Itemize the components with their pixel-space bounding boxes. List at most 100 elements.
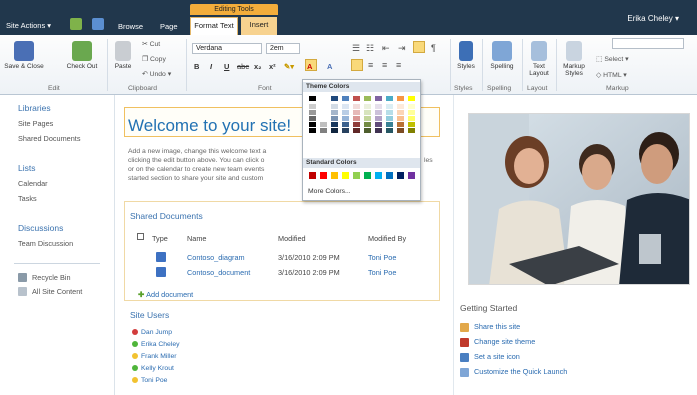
nav-lists[interactable]: Lists	[18, 163, 35, 173]
col-modified-by[interactable]: Modified By	[368, 234, 406, 243]
align-left-button[interactable]	[351, 59, 363, 71]
color-swatch[interactable]	[342, 110, 349, 115]
document-name[interactable]: Contoso_document	[187, 268, 250, 277]
justify-icon[interactable]: ≡	[396, 60, 401, 70]
color-swatch[interactable]	[386, 122, 393, 127]
site-actions-menu[interactable]: Site Actions ▾	[6, 21, 51, 30]
color-swatch[interactable]	[309, 116, 316, 121]
standard-color-swatch[interactable]	[331, 172, 338, 179]
standard-color-swatch[interactable]	[375, 172, 382, 179]
color-swatch[interactable]	[375, 116, 382, 121]
color-swatch[interactable]	[397, 104, 404, 109]
color-swatch[interactable]	[342, 96, 349, 101]
color-swatch[interactable]	[309, 128, 316, 133]
nav-site-pages[interactable]: Site Pages	[18, 119, 53, 128]
user-item[interactable]: Dan Jump	[132, 329, 172, 336]
nav-team-discussion[interactable]: Team Discussion	[18, 239, 73, 248]
nav-recycle-bin[interactable]: Recycle Bin	[32, 273, 71, 282]
document-modified-by[interactable]: Toni Poe	[368, 253, 396, 262]
tab-insert[interactable]: Insert	[241, 17, 277, 35]
bold-button[interactable]: B	[194, 62, 199, 71]
spelling-button[interactable]: Spelling	[485, 41, 519, 70]
color-swatch[interactable]	[353, 104, 360, 109]
color-swatch[interactable]	[375, 96, 382, 101]
color-swatch[interactable]	[408, 116, 415, 121]
color-swatch[interactable]	[342, 122, 349, 127]
color-swatch[interactable]	[309, 122, 316, 127]
color-swatch[interactable]	[408, 122, 415, 127]
superscript-button[interactable]: x²	[269, 62, 276, 71]
color-swatch[interactable]	[408, 110, 415, 115]
color-swatch[interactable]	[320, 104, 327, 109]
color-swatch[interactable]	[364, 116, 371, 121]
color-swatch[interactable]	[386, 116, 393, 121]
color-swatch[interactable]	[320, 96, 327, 101]
color-swatch[interactable]	[342, 128, 349, 133]
rtl-icon[interactable]: ¶	[431, 43, 436, 53]
standard-color-swatch[interactable]	[408, 172, 415, 179]
copy-button[interactable]: ❐ Copy	[142, 55, 166, 63]
customize-quick-launch-link[interactable]: Customize the Quick Launch	[460, 367, 567, 377]
col-name[interactable]: Name	[187, 234, 206, 243]
document-modified-by[interactable]: Toni Poe	[368, 268, 396, 277]
col-type[interactable]: Type	[152, 234, 168, 243]
color-swatch[interactable]	[386, 104, 393, 109]
bullets-icon[interactable]: ☰	[352, 43, 360, 54]
color-swatch[interactable]	[353, 110, 360, 115]
document-name[interactable]: Contoso_diagram	[187, 253, 245, 262]
color-swatch[interactable]	[364, 104, 371, 109]
standard-color-swatch[interactable]	[386, 172, 393, 179]
color-swatch[interactable]	[342, 116, 349, 121]
nav-shared-documents[interactable]: Shared Documents	[18, 134, 80, 143]
color-swatch[interactable]	[320, 128, 327, 133]
markup-select-box[interactable]	[612, 38, 684, 49]
cut-button[interactable]: ✂ Cut	[142, 40, 160, 48]
color-swatch[interactable]	[342, 104, 349, 109]
standard-color-swatch[interactable]	[397, 172, 404, 179]
tab-format-text[interactable]: Format Text	[190, 17, 238, 35]
color-swatch[interactable]	[353, 128, 360, 133]
share-site-link[interactable]: Share this site	[460, 322, 520, 332]
color-swatch[interactable]	[397, 122, 404, 127]
outdent-icon[interactable]: ⇤	[382, 43, 390, 54]
color-swatch[interactable]	[309, 96, 316, 101]
markup-styles-button[interactable]: Markup Styles	[558, 41, 590, 77]
color-swatch[interactable]	[309, 110, 316, 115]
color-swatch[interactable]	[331, 116, 338, 121]
color-swatch[interactable]	[397, 96, 404, 101]
navigate-up-icon[interactable]	[70, 18, 82, 30]
color-swatch[interactable]	[375, 104, 382, 109]
change-theme-link[interactable]: Change site theme	[460, 337, 535, 347]
user-item[interactable]: Kelly Krout	[132, 365, 174, 372]
clear-format-icon[interactable]: A	[327, 62, 332, 71]
edit-page-icon[interactable]	[92, 18, 104, 30]
color-swatch[interactable]	[386, 110, 393, 115]
color-swatch[interactable]	[353, 116, 360, 121]
font-size-select[interactable]: 2em	[266, 43, 300, 54]
color-swatch[interactable]	[331, 122, 338, 127]
tab-page[interactable]: Page	[160, 22, 178, 31]
standard-color-swatch[interactable]	[353, 172, 360, 179]
color-swatch[interactable]	[364, 110, 371, 115]
add-document-link[interactable]: ✚ Add document	[138, 290, 193, 299]
nav-calendar[interactable]: Calendar	[18, 179, 48, 188]
color-swatch[interactable]	[364, 122, 371, 127]
shared-documents-title[interactable]: Shared Documents	[130, 211, 203, 221]
welcome-heading[interactable]: Welcome to your site!	[128, 116, 291, 136]
nav-discussions[interactable]: Discussions	[18, 223, 63, 233]
indent-icon[interactable]: ⇥	[398, 43, 406, 54]
standard-color-swatch[interactable]	[320, 172, 327, 179]
more-colors-button[interactable]: More Colors...	[308, 188, 351, 195]
user-item[interactable]: Erika Cheley	[132, 341, 180, 348]
color-swatch[interactable]	[309, 104, 316, 109]
subscript-button[interactable]: x₂	[254, 62, 262, 71]
nav-libraries[interactable]: Libraries	[18, 103, 51, 113]
color-swatch[interactable]	[375, 128, 382, 133]
select-all-checkbox[interactable]	[137, 233, 144, 240]
user-item[interactable]: Toni Poe	[132, 377, 167, 384]
color-swatch[interactable]	[408, 128, 415, 133]
font-family-select[interactable]: Verdana	[192, 43, 262, 54]
color-swatch[interactable]	[386, 96, 393, 101]
numbering-icon[interactable]: ☷	[366, 43, 374, 54]
color-swatch[interactable]	[397, 128, 404, 133]
